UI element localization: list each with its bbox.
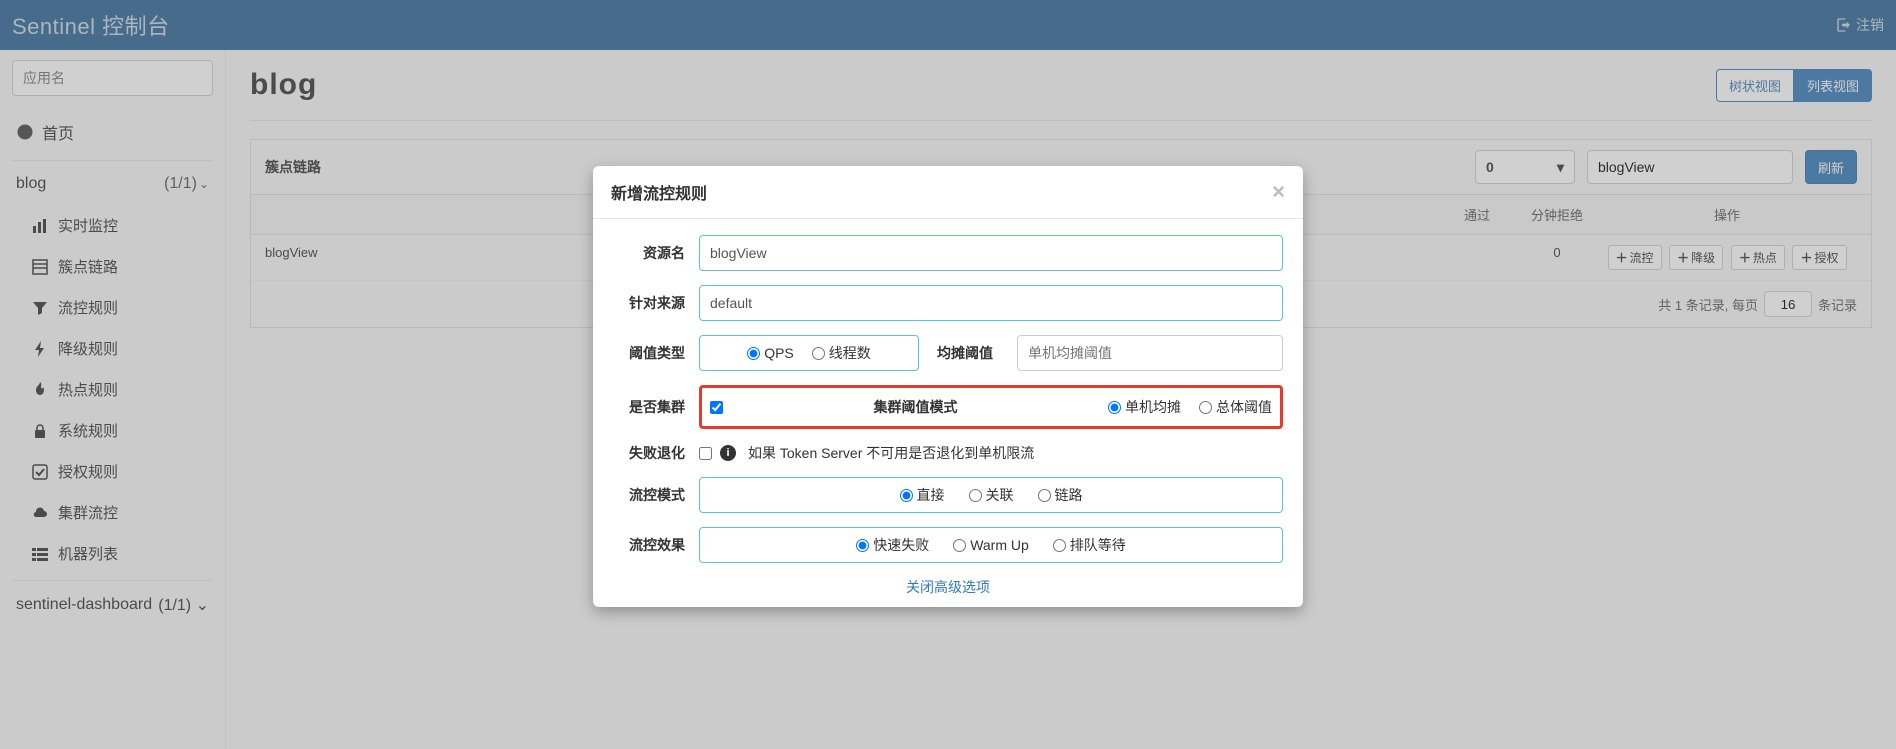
label-grade: 阈值类型 xyxy=(613,343,699,363)
resource-input[interactable] xyxy=(699,235,1283,271)
label-fallback: 失败退化 xyxy=(613,443,699,463)
behavior-radiogroup: 快速失败 Warm Up 排队等待 xyxy=(699,527,1283,563)
label-limitapp: 针对来源 xyxy=(613,293,699,313)
modal-title: 新增流控规则 xyxy=(611,180,707,204)
radio-thread[interactable]: 线程数 xyxy=(812,343,871,363)
fallback-checkbox[interactable] xyxy=(699,447,712,460)
close-icon[interactable]: × xyxy=(1272,181,1285,203)
flow-rule-modal: 新增流控规则 × 资源名 针对来源 阈值类型 QPS 线程数 均摊阈值 是否集群 xyxy=(593,166,1303,607)
radio-cluster-local[interactable]: 单机均摊 xyxy=(1108,397,1181,417)
radio-qps[interactable]: QPS xyxy=(747,345,794,361)
grade-radiogroup: QPS 线程数 xyxy=(699,335,919,371)
label-resource: 资源名 xyxy=(613,243,699,263)
radio-strategy-direct[interactable]: 直接 xyxy=(900,485,945,505)
strategy-radiogroup: 直接 关联 链路 xyxy=(699,477,1283,513)
radio-behavior-fail[interactable]: 快速失败 xyxy=(856,535,929,555)
fallback-text: 如果 Token Server 不可用是否退化到单机限流 xyxy=(748,443,1034,463)
radio-cluster-global[interactable]: 总体阈值 xyxy=(1199,397,1272,417)
cluster-highlight: 集群阈值模式 单机均摊 总体阈值 xyxy=(699,385,1283,429)
threshold-input[interactable] xyxy=(1017,335,1283,371)
label-clustermode: 集群阈值模式 xyxy=(741,397,1090,417)
limitapp-input[interactable] xyxy=(699,285,1283,321)
label-behavior: 流控效果 xyxy=(613,535,699,555)
radio-behavior-queue[interactable]: 排队等待 xyxy=(1053,535,1126,555)
info-icon: i xyxy=(720,445,736,461)
cluster-checkbox[interactable] xyxy=(710,401,723,414)
radio-strategy-chain[interactable]: 链路 xyxy=(1038,485,1083,505)
label-threshold: 均摊阈值 xyxy=(933,343,1003,363)
radio-behavior-warm[interactable]: Warm Up xyxy=(953,537,1029,553)
label-strategy: 流控模式 xyxy=(613,485,699,505)
label-iscluster: 是否集群 xyxy=(613,397,699,417)
radio-strategy-relate[interactable]: 关联 xyxy=(969,485,1014,505)
close-advanced-link[interactable]: 关闭高级选项 xyxy=(906,579,990,595)
